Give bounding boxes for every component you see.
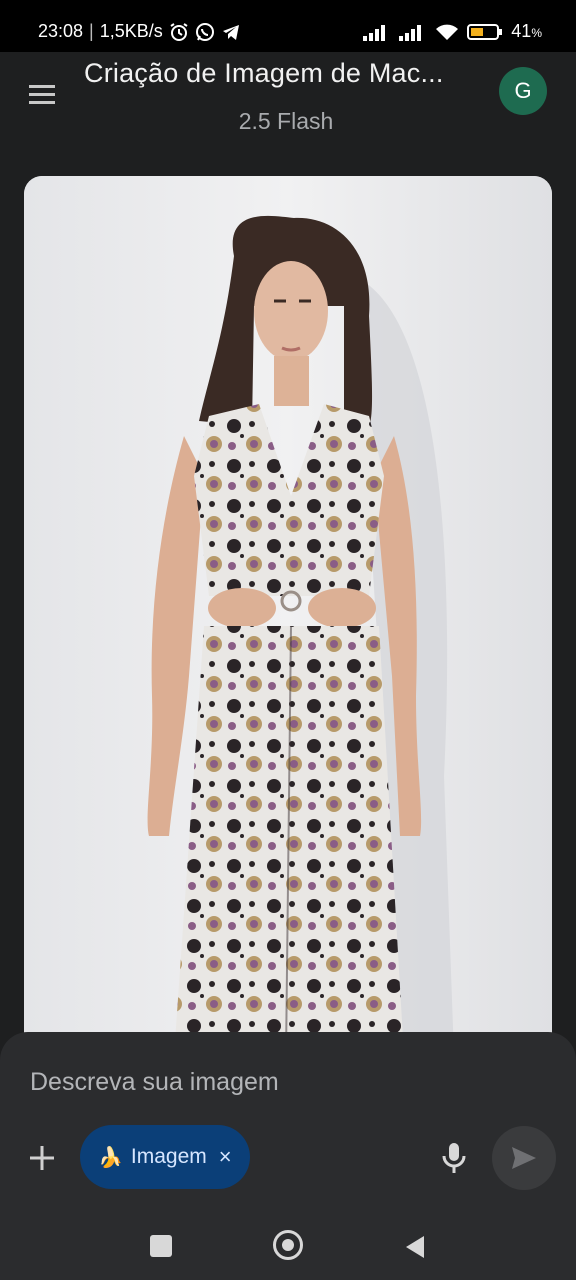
model-selector[interactable]: 2.5 Flash	[0, 108, 572, 135]
battery-icon	[467, 23, 503, 41]
send-button[interactable]	[492, 1126, 556, 1190]
status-right: 41%	[363, 21, 542, 42]
status-left: 23:08 | 1,5KB/s	[38, 21, 241, 42]
signal-icon-2	[399, 23, 427, 41]
status-speed: 1,5KB/s	[99, 21, 163, 41]
add-attachment-button[interactable]	[22, 1138, 62, 1178]
back-icon	[406, 1236, 424, 1258]
microphone-button[interactable]	[436, 1136, 472, 1180]
whatsapp-icon	[195, 22, 215, 42]
telegram-icon	[221, 22, 241, 42]
status-bar: 23:08 | 1,5KB/s 41%	[0, 0, 576, 52]
close-icon[interactable]: ×	[219, 1144, 232, 1170]
recent-apps-button[interactable]	[150, 1235, 172, 1257]
back-button[interactable]	[404, 1234, 426, 1265]
alarm-icon	[169, 22, 189, 42]
home-button[interactable]	[273, 1230, 303, 1260]
chip-label: Imagem	[130, 1145, 207, 1168]
banana-icon: 🍌	[98, 1146, 123, 1169]
app-header: Criação de Imagem de Mac... 2.5 Flash G	[0, 52, 576, 172]
battery-level: 41%	[511, 21, 542, 41]
status-time: 23:08	[38, 21, 84, 41]
signal-icon	[363, 23, 391, 41]
status-divider: |	[89, 21, 94, 41]
hamburger-icon	[29, 85, 55, 104]
composer: 🍌 Imagem ×	[0, 1032, 576, 1212]
plus-icon	[30, 1146, 54, 1170]
wifi-icon	[435, 23, 459, 41]
menu-button[interactable]	[24, 76, 60, 112]
prompt-input[interactable]	[28, 1058, 512, 1106]
page-title: Criação de Imagem de Mac...	[84, 58, 444, 88]
image-mode-chip[interactable]: 🍌 Imagem ×	[80, 1125, 250, 1189]
microphone-icon	[442, 1143, 466, 1173]
send-icon	[512, 1147, 536, 1169]
generated-image[interactable]	[24, 176, 552, 1056]
avatar[interactable]: G	[499, 67, 547, 115]
dress-photo	[24, 176, 552, 1056]
system-nav-bar	[0, 1212, 576, 1280]
